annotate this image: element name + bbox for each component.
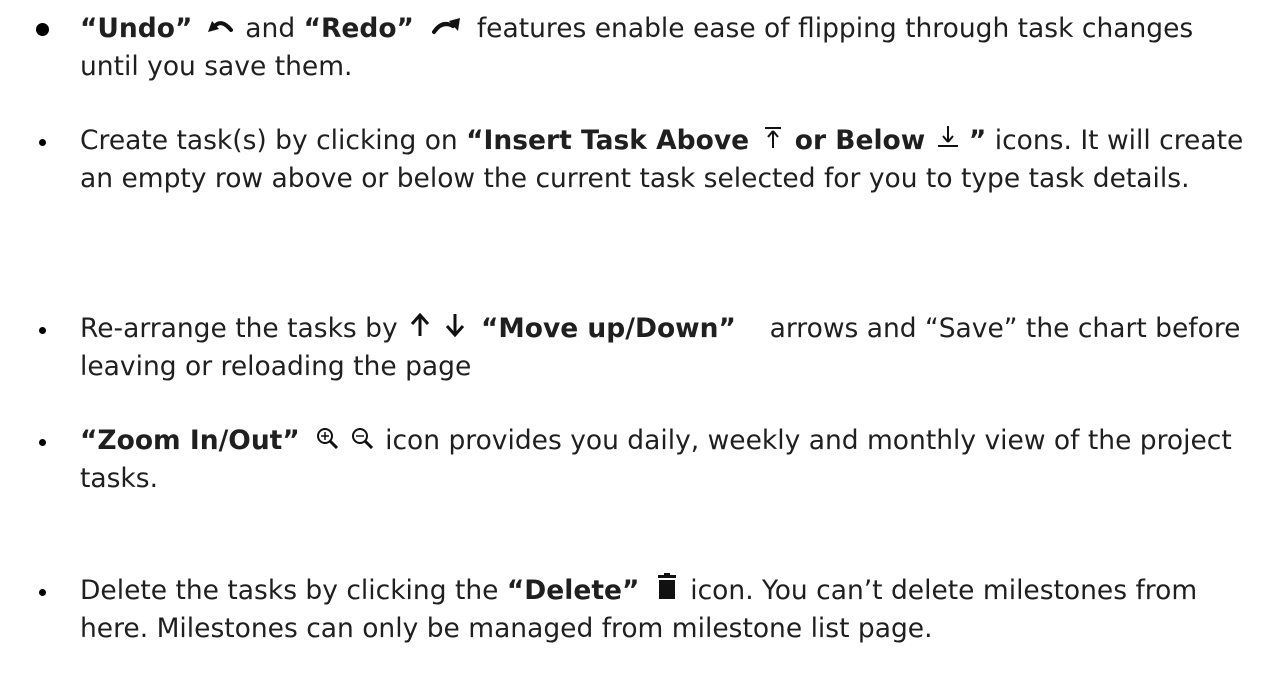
instruction-list: “Undo” and “Redo” features enable ease o… xyxy=(0,0,1265,695)
list-item: “Zoom In/Out” icon provides you daily, w… xyxy=(39,422,1250,498)
zoom-in-icon xyxy=(316,427,339,449)
list-item: Re-arrange the tasks by “Move up/Down” a… xyxy=(39,310,1250,386)
bullet xyxy=(39,139,46,146)
insert-above-label: “Insert Task Above xyxy=(466,125,759,156)
list-item: “Undo” and “Redo” features enable ease o… xyxy=(36,10,1250,86)
list-item: Delete the tasks by clicking the “Delete… xyxy=(39,572,1250,648)
bullet xyxy=(39,327,46,334)
redo-label: “Redo” xyxy=(303,13,414,44)
list-item: Create task(s) by clicking on “Insert Ta… xyxy=(39,122,1250,198)
undo-label: “Undo” xyxy=(80,13,193,44)
undo-icon xyxy=(207,17,233,37)
redo-icon xyxy=(432,17,462,37)
insert-above-icon xyxy=(762,125,784,149)
zoom-label: “Zoom In/Out” xyxy=(80,425,300,456)
bullet xyxy=(39,439,46,446)
bullet xyxy=(39,589,46,596)
trash-icon xyxy=(657,573,676,599)
bullet xyxy=(36,23,49,36)
arrow-up-icon xyxy=(410,313,430,337)
insert-below-icon xyxy=(936,125,960,149)
delete-label: “Delete” xyxy=(506,575,640,606)
zoom-out-icon xyxy=(351,427,373,449)
move-label: “Move up/Down” xyxy=(480,313,736,344)
or-below-label: or Below xyxy=(794,125,935,156)
arrow-down-icon xyxy=(445,313,465,337)
